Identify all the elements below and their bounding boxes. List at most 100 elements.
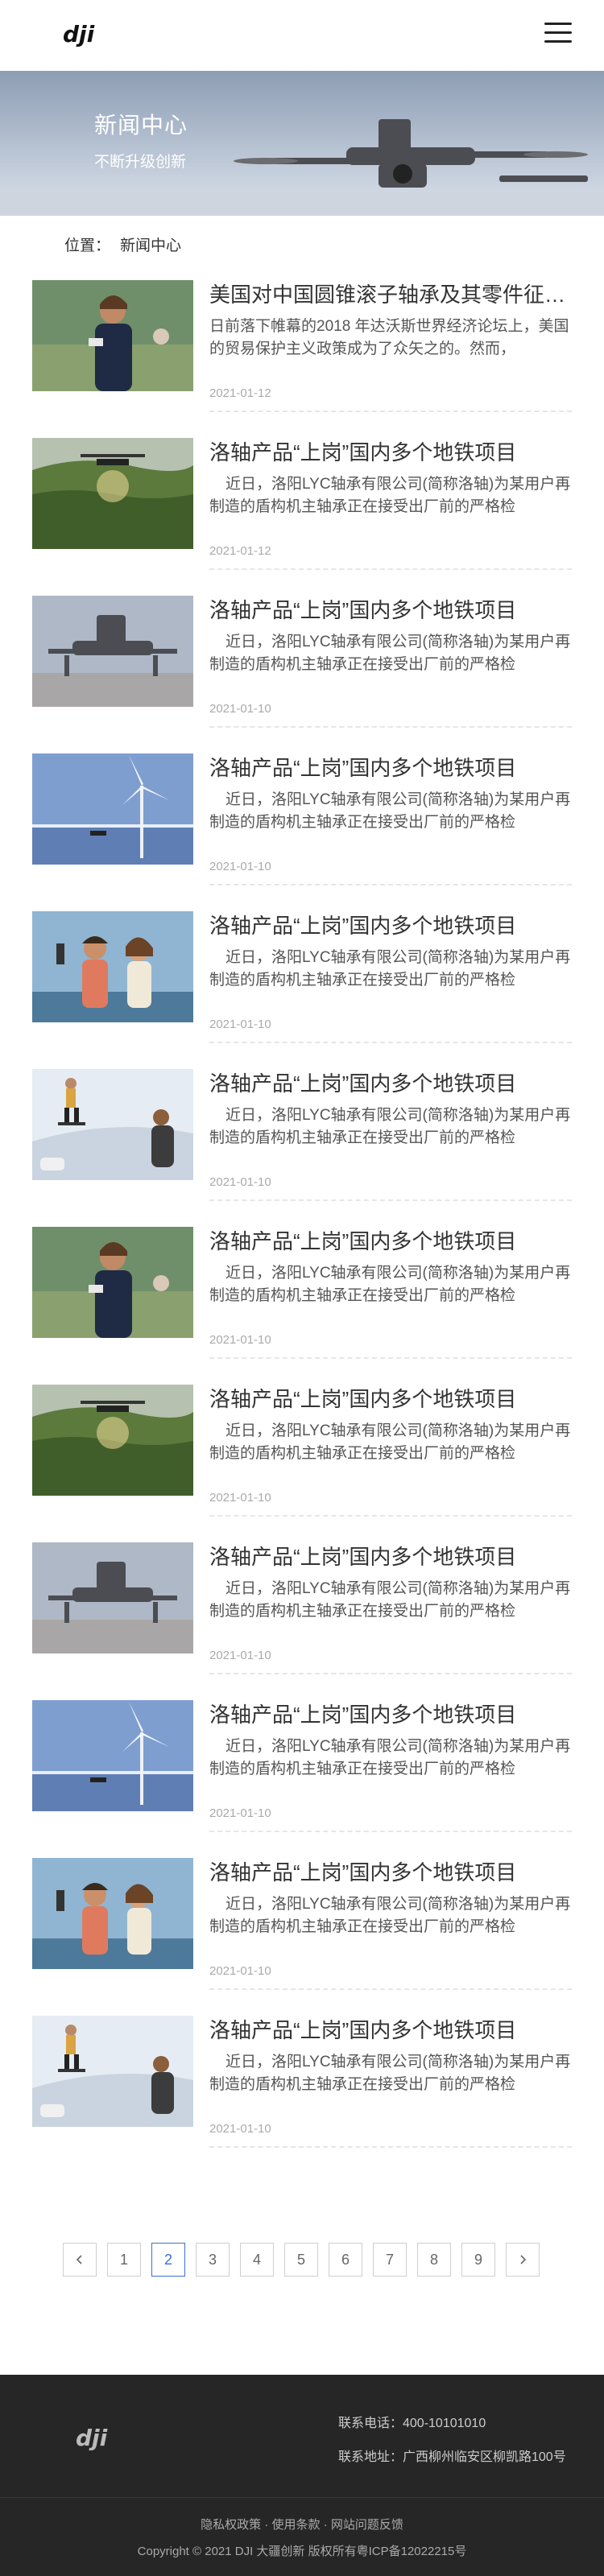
- news-text-block: 洛轴产品“上岗”国内多个地铁项目 近日，洛阳LYC轴承有限公司(简称洛轴)为某用…: [209, 438, 572, 570]
- news-item[interactable]: 洛轴产品“上岗”国内多个地铁项目 近日，洛阳LYC轴承有限公司(简称洛轴)为某用…: [32, 596, 572, 753]
- breadcrumb-label: 位置：: [64, 237, 111, 254]
- news-thumbnail-image[interactable]: [32, 1542, 193, 1653]
- site-footer: dji 联系电话：400-10101010 联系地址：广西柳州临安区柳凯路100…: [0, 2375, 604, 2576]
- page-number-button[interactable]: 5: [284, 2243, 318, 2277]
- chevron-left-icon: [76, 2255, 82, 2264]
- news-thumbnail-image[interactable]: [32, 2016, 193, 2127]
- news-text-block: 洛轴产品“上岗”国内多个地铁项目 近日，洛阳LYC轴承有限公司(简称洛轴)为某用…: [209, 911, 572, 1043]
- news-title[interactable]: 洛轴产品“上岗”国内多个地铁项目: [209, 1544, 572, 1570]
- news-text-block: 洛轴产品“上岗”国内多个地铁项目 近日，洛阳LYC轴承有限公司(简称洛轴)为某用…: [209, 753, 572, 886]
- news-text-block: 洛轴产品“上岗”国内多个地铁项目 近日，洛阳LYC轴承有限公司(简称洛轴)为某用…: [209, 596, 572, 728]
- news-thumbnail-image[interactable]: [32, 438, 193, 549]
- news-thumbnail-image[interactable]: [32, 1227, 193, 1338]
- footer-divider: [0, 2497, 604, 2498]
- news-title[interactable]: 洛轴产品“上岗”国内多个地铁项目: [209, 1702, 572, 1728]
- news-title[interactable]: 洛轴产品“上岗”国内多个地铁项目: [209, 2017, 572, 2043]
- page-number-button[interactable]: 9: [461, 2243, 495, 2277]
- news-date: 2021-01-10: [209, 1806, 271, 1820]
- news-item[interactable]: 洛轴产品“上岗”国内多个地铁项目 近日，洛阳LYC轴承有限公司(简称洛轴)为某用…: [32, 1542, 572, 1700]
- banner-subtitle: 不断升级创新: [94, 154, 187, 171]
- news-title[interactable]: 洛轴产品“上岗”国内多个地铁项目: [209, 1386, 572, 1412]
- footer-dji-logo: dji: [76, 2425, 108, 2451]
- dji-logo[interactable]: dji: [63, 21, 111, 50]
- page-number-button[interactable]: 4: [240, 2243, 274, 2277]
- news-summary: 近日，洛阳LYC轴承有限公司(简称洛轴)为某用户再制造的盾构机主轴承正在接受出厂…: [209, 2054, 571, 2093]
- news-text-block: 洛轴产品“上岗”国内多个地铁项目 近日，洛阳LYC轴承有限公司(简称洛轴)为某用…: [209, 1385, 572, 1517]
- news-title[interactable]: 洛轴产品“上岗”国内多个地铁项目: [209, 597, 572, 623]
- news-summary: 近日，洛阳LYC轴承有限公司(简称洛轴)为某用户再制造的盾构机主轴承正在接受出厂…: [209, 476, 571, 515]
- banner-drone-image: [0, 71, 604, 216]
- news-text-block: 洛轴产品“上岗”国内多个地铁项目 近日，洛阳LYC轴承有限公司(简称洛轴)为某用…: [209, 1858, 572, 1990]
- news-date: 2021-01-10: [209, 1175, 271, 1189]
- news-date: 2021-01-10: [209, 702, 271, 716]
- news-summary: 近日，洛阳LYC轴承有限公司(简称洛轴)为某用户再制造的盾构机主轴承正在接受出厂…: [209, 1738, 571, 1777]
- footer-links[interactable]: 隐私权政策 · 使用条款 · 网站问题反馈: [0, 2516, 604, 2533]
- news-text-block: 洛轴产品“上岗”国内多个地铁项目 近日，洛阳LYC轴承有限公司(简称洛轴)为某用…: [209, 1700, 572, 1832]
- news-summary: 近日，洛阳LYC轴承有限公司(简称洛轴)为某用户再制造的盾构机主轴承正在接受出厂…: [209, 1580, 571, 1620]
- news-item[interactable]: 洛轴产品“上岗”国内多个地铁项目 近日，洛阳LYC轴承有限公司(简称洛轴)为某用…: [32, 1700, 572, 1858]
- news-summary: 日前落下帷幕的2018 年达沃斯世界经济论坛上，美国的贸易保护主义政策成为了众矢…: [209, 318, 569, 357]
- page-number-button[interactable]: 6: [329, 2243, 362, 2277]
- news-date: 2021-01-10: [209, 860, 271, 873]
- news-summary: 近日，洛阳LYC轴承有限公司(简称洛轴)为某用户再制造的盾构机主轴承正在接受出厂…: [209, 634, 571, 673]
- news-list: 美国对中国圆锥滚子轴承及其零件征收反倾销税 日前落下帷幕的2018 年达沃斯世界…: [0, 280, 604, 2174]
- news-thumbnail-image[interactable]: [32, 1069, 193, 1180]
- news-date: 2021-01-10: [209, 1649, 271, 1662]
- breadcrumb-current-link[interactable]: 新闻中心: [120, 233, 181, 255]
- news-thumbnail-image[interactable]: [32, 1385, 193, 1496]
- prev-page-button[interactable]: [63, 2243, 97, 2277]
- news-date: 2021-01-10: [209, 1018, 271, 1031]
- news-date: 2021-01-12: [209, 386, 271, 400]
- news-item[interactable]: 洛轴产品“上岗”国内多个地铁项目 近日，洛阳LYC轴承有限公司(简称洛轴)为某用…: [32, 1069, 572, 1227]
- page-number-button[interactable]: 1: [107, 2243, 141, 2277]
- news-item[interactable]: 美国对中国圆锥滚子轴承及其零件征收反倾销税 日前落下帷幕的2018 年达沃斯世界…: [32, 280, 572, 438]
- news-title[interactable]: 洛轴产品“上岗”国内多个地铁项目: [209, 1228, 572, 1254]
- menu-button[interactable]: [544, 23, 572, 45]
- news-item[interactable]: 洛轴产品“上岗”国内多个地铁项目 近日，洛阳LYC轴承有限公司(简称洛轴)为某用…: [32, 753, 572, 911]
- news-item[interactable]: 洛轴产品“上岗”国内多个地铁项目 近日，洛阳LYC轴承有限公司(简称洛轴)为某用…: [32, 1385, 572, 1542]
- news-title[interactable]: 洛轴产品“上岗”国内多个地铁项目: [209, 440, 572, 465]
- news-item[interactable]: 洛轴产品“上岗”国内多个地铁项目 近日，洛阳LYC轴承有限公司(简称洛轴)为某用…: [32, 911, 572, 1069]
- news-title[interactable]: 洛轴产品“上岗”国内多个地铁项目: [209, 913, 572, 939]
- news-summary: 近日，洛阳LYC轴承有限公司(简称洛轴)为某用户再制造的盾构机主轴承正在接受出厂…: [209, 1265, 571, 1304]
- news-text-block: 洛轴产品“上岗”国内多个地铁项目 近日，洛阳LYC轴承有限公司(简称洛轴)为某用…: [209, 1069, 572, 1201]
- news-thumbnail-image[interactable]: [32, 911, 193, 1022]
- hamburger-icon: [544, 23, 572, 25]
- news-summary: 近日，洛阳LYC轴承有限公司(简称洛轴)为某用户再制造的盾构机主轴承正在接受出厂…: [209, 949, 571, 989]
- news-title[interactable]: 洛轴产品“上岗”国内多个地铁项目: [209, 1860, 572, 1885]
- footer-copyright: Copyright © 2021 DJI 大疆创新 版权所有粤ICP备12022…: [137, 2545, 467, 2558]
- news-item[interactable]: 洛轴产品“上岗”国内多个地铁项目 近日，洛阳LYC轴承有限公司(简称洛轴)为某用…: [32, 1858, 572, 2016]
- news-item[interactable]: 洛轴产品“上岗”国内多个地铁项目 近日，洛阳LYC轴承有限公司(简称洛轴)为某用…: [32, 438, 572, 596]
- news-title[interactable]: 洛轴产品“上岗”国内多个地铁项目: [209, 755, 572, 781]
- news-date: 2021-01-10: [209, 1333, 271, 1347]
- chevron-right-icon: [520, 2255, 527, 2264]
- news-thumbnail-image[interactable]: [32, 596, 193, 707]
- footer-address: 联系地址：广西柳州临安区柳凯路100号: [338, 2450, 566, 2464]
- news-summary: 近日，洛阳LYC轴承有限公司(简称洛轴)为某用户再制造的盾构机主轴承正在接受出厂…: [209, 1422, 571, 1462]
- page-number-button[interactable]: 3: [196, 2243, 230, 2277]
- news-summary: 近日，洛阳LYC轴承有限公司(简称洛轴)为某用户再制造的盾构机主轴承正在接受出厂…: [209, 1896, 571, 1935]
- news-date: 2021-01-10: [209, 1491, 271, 1505]
- news-thumbnail-image[interactable]: [32, 1858, 193, 1969]
- news-text-block: 美国对中国圆锥滚子轴承及其零件征收反倾销税 日前落下帷幕的2018 年达沃斯世界…: [209, 280, 572, 412]
- news-title[interactable]: 洛轴产品“上岗”国内多个地铁项目: [209, 1071, 572, 1096]
- next-page-button[interactable]: [506, 2243, 540, 2277]
- page-number-button[interactable]: 8: [417, 2243, 451, 2277]
- news-text-block: 洛轴产品“上岗”国内多个地铁项目 近日，洛阳LYC轴承有限公司(简称洛轴)为某用…: [209, 2016, 572, 2148]
- page-number-button[interactable]: 2: [151, 2243, 185, 2277]
- news-item[interactable]: 洛轴产品“上岗”国内多个地铁项目 近日，洛阳LYC轴承有限公司(简称洛轴)为某用…: [32, 2016, 572, 2174]
- news-thumbnail-image[interactable]: [32, 753, 193, 865]
- news-thumbnail-image[interactable]: [32, 1700, 193, 1811]
- news-date: 2021-01-10: [209, 2122, 271, 2136]
- news-summary: 近日，洛阳LYC轴承有限公司(简称洛轴)为某用户再制造的盾构机主轴承正在接受出厂…: [209, 791, 571, 831]
- news-text-block: 洛轴产品“上岗”国内多个地铁项目 近日，洛阳LYC轴承有限公司(简称洛轴)为某用…: [209, 1227, 572, 1359]
- news-text-block: 洛轴产品“上岗”国内多个地铁项目 近日，洛阳LYC轴承有限公司(简称洛轴)为某用…: [209, 1542, 572, 1674]
- svg-text:dji: dji: [76, 2425, 108, 2451]
- page-number-button[interactable]: 7: [373, 2243, 407, 2277]
- news-date: 2021-01-12: [209, 544, 271, 558]
- news-item[interactable]: 洛轴产品“上岗”国内多个地铁项目 近日，洛阳LYC轴承有限公司(简称洛轴)为某用…: [32, 1227, 572, 1385]
- svg-text:dji: dji: [63, 21, 95, 47]
- news-title[interactable]: 美国对中国圆锥滚子轴承及其零件征收反倾销税: [209, 282, 572, 308]
- footer-phone: 联系电话：400-10101010: [338, 2417, 486, 2430]
- news-thumbnail-image[interactable]: [32, 280, 193, 391]
